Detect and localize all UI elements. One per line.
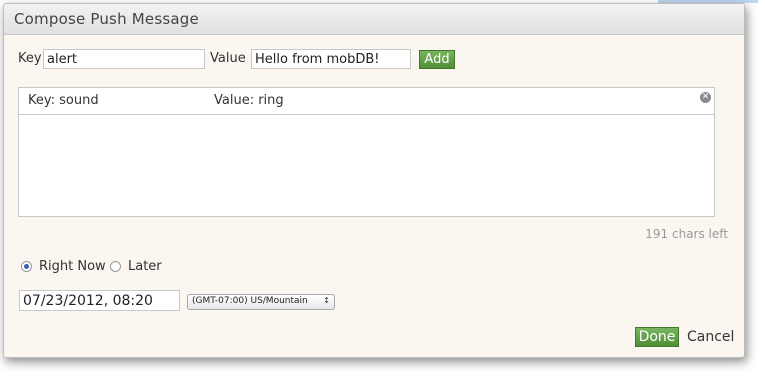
pair-value: Value: ring [214,93,284,108]
chars-left-counter: 191 chars left [645,227,728,241]
right-now-label[interactable]: Right Now [39,259,106,274]
key-input[interactable] [43,49,205,69]
done-button[interactable]: Done [635,327,679,347]
compose-push-dialog: Compose Push Message Key Value Add Key: … [3,3,745,358]
key-label: Key [18,51,42,66]
later-radio[interactable] [110,261,121,272]
dialog-titlebar[interactable]: Compose Push Message [4,4,744,35]
key-value-row: Key: sound Value: ring ✕ [19,88,714,115]
key-value-list: Key: sound Value: ring ✕ [18,87,715,217]
timezone-value: (GMT-07:00) US/Mountain [192,296,308,306]
datetime-input[interactable] [19,290,180,311]
remove-pair-icon[interactable]: ✕ [700,92,711,103]
select-arrows-icon: ↕ [323,296,330,305]
later-label[interactable]: Later [128,259,162,274]
value-input[interactable] [251,49,411,69]
value-label: Value [210,51,246,66]
pair-key: Key: sound [28,93,99,108]
cancel-button[interactable]: Cancel [687,329,734,345]
right-now-radio[interactable] [21,261,32,272]
add-button[interactable]: Add [419,50,455,69]
dialog-title: Compose Push Message [14,10,199,28]
timezone-select[interactable]: (GMT-07:00) US/Mountain ↕ [187,294,335,310]
